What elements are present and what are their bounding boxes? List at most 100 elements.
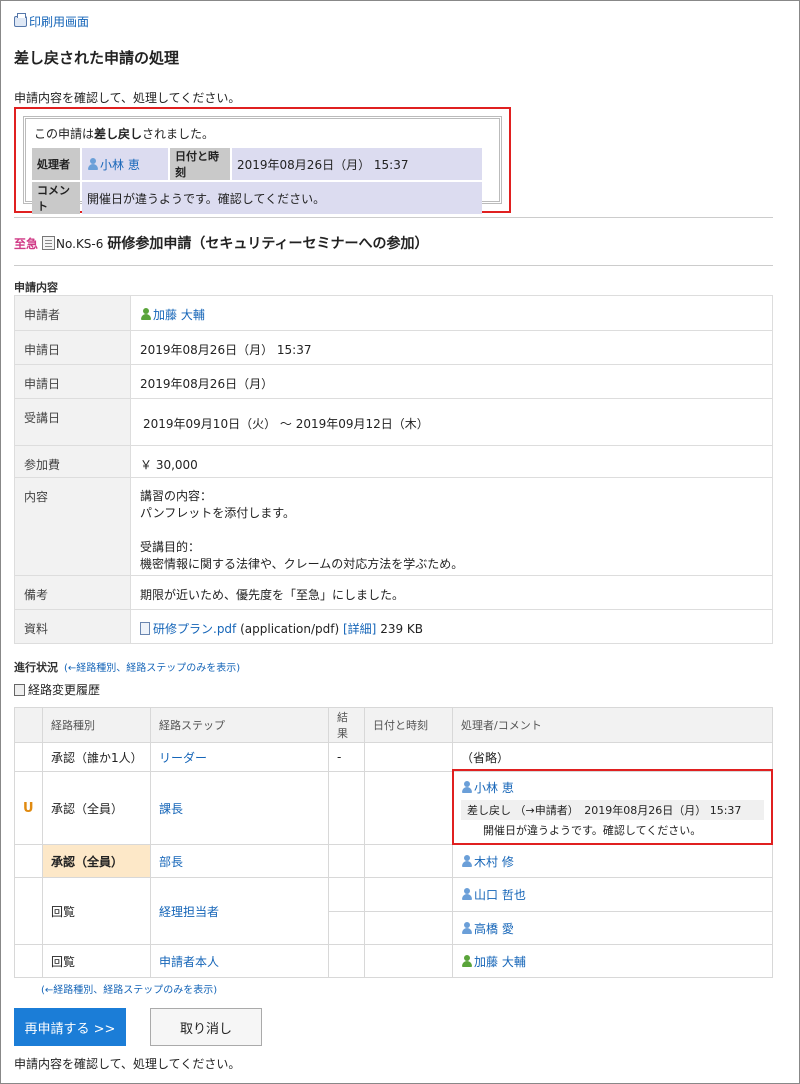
- route-header-handler: 処理者/コメント: [452, 707, 773, 743]
- detail-row: 参加費 ￥ 30,000: [14, 445, 773, 478]
- route-step-link[interactable]: 経理担当者: [159, 905, 219, 919]
- course-value: 2019年09月10日（火） ～ 2019年09月12日（木）: [130, 398, 773, 446]
- content-line: パンフレットを添付します。: [140, 506, 296, 520]
- notice-table: 処理者 小林 恵 日付と時刻 2019年08月26日（月） 15:37 コメント…: [30, 146, 484, 216]
- route-type: 承認（誰か1人）: [42, 742, 151, 772]
- route-handler-user: 小林 恵: [461, 779, 764, 796]
- route-type: 回覧: [42, 877, 151, 945]
- user-icon: [87, 157, 98, 170]
- comment-value: 開催日が違うようです。確認してください。: [82, 182, 482, 214]
- route-type: 承認（全員）: [42, 771, 151, 845]
- content-value: 講習の内容： パンフレットを添付します。 受講目的： 機密情報に関する法律や、ク…: [130, 477, 773, 576]
- route-handler-link[interactable]: 山口 哲也: [474, 888, 526, 902]
- file-detail-link[interactable]: [詳細]: [343, 622, 376, 636]
- applied-date-value: 2019年08月26日（月）: [130, 364, 773, 399]
- files-value: 研修プラン.pdf (application/pdf) [詳細] 239 KB: [130, 609, 773, 644]
- cancel-button[interactable]: 取り消し: [150, 1008, 262, 1046]
- fee-label: 参加費: [14, 445, 131, 478]
- notes-value: 期限が近いため、優先度を「至急」にしました。: [130, 575, 773, 610]
- request-title: 至急 No.KS-6 研修参加申請（セキュリティーセミナーへの参加）: [14, 233, 429, 253]
- route-step: 申請者本人: [150, 944, 329, 978]
- route-row: 承認（全員） 部長 木村 修: [14, 844, 773, 878]
- datetime-value: 2019年08月26日（月） 15:37: [232, 148, 482, 180]
- user-icon: [140, 308, 151, 320]
- file-icon: [140, 622, 150, 635]
- user-icon: [461, 921, 472, 934]
- detail-row: 申請日 2019年08月26日（月） 15:37: [14, 330, 773, 365]
- route-step-link[interactable]: 課長: [159, 802, 183, 816]
- route-result: -: [328, 742, 365, 772]
- route-only-link-bottom[interactable]: (←経路種別、経路ステップのみを表示): [41, 981, 217, 996]
- urgency-badge: 至急: [14, 237, 39, 251]
- detail-row: 資料 研修プラン.pdf (application/pdf) [詳細] 239 …: [14, 609, 773, 644]
- content-line: 受講目的：: [140, 540, 201, 554]
- print-link[interactable]: 印刷用画面: [14, 13, 89, 30]
- applied-date-label: 申請日: [14, 364, 131, 399]
- request-details-table: 申請者 加藤 大輔 申請日 2019年08月26日（月） 15:37 申請日 2…: [14, 295, 773, 644]
- request-name: 研修参加申請（セキュリティーセミナーへの参加）: [107, 236, 429, 252]
- route-header-step: 経路ステップ: [150, 707, 329, 743]
- route-handler: 高橋 愛: [452, 911, 773, 945]
- route-only-link[interactable]: (←経路種別、経路ステップのみを表示): [64, 663, 240, 674]
- route-step-link[interactable]: 申請者本人: [159, 955, 219, 969]
- handler-cell: 小林 恵: [82, 148, 168, 180]
- route-step: 経理担当者: [150, 877, 329, 945]
- detail-row: 申請日 2019年08月26日（月）: [14, 364, 773, 399]
- route-comment: 開催日が違うようです。確認してください。: [483, 823, 702, 837]
- progress-title: 進行状況: [14, 661, 58, 674]
- route-header-row: 経路種別 経路ステップ 結果 日付と時刻 処理者/コメント: [14, 707, 773, 743]
- progress-label: 進行状況 (←経路種別、経路ステップのみを表示): [14, 659, 240, 675]
- route-header-result: 結果: [328, 707, 365, 743]
- handler-link[interactable]: 小林 恵: [100, 158, 140, 172]
- intro-text: 申請内容を確認して、処理してください。: [14, 91, 241, 105]
- route-row: 回覧 申請者本人 加藤 大輔: [14, 944, 773, 978]
- route-step-link[interactable]: リーダー: [159, 751, 207, 765]
- history-icon: [14, 684, 25, 696]
- return-marker-icon: U: [23, 800, 34, 816]
- detail-row: 受講日 2019年09月10日（火） ～ 2019年09月12日（木）: [14, 398, 773, 446]
- detail-row: 申請者 加藤 大輔: [14, 295, 773, 331]
- route-handler-link[interactable]: 高橋 愛: [474, 922, 514, 936]
- applied-datetime-value: 2019年08月26日（月） 15:37: [130, 330, 773, 365]
- content-line: 講習の内容：: [140, 489, 213, 503]
- route-handler: 加藤 大輔: [452, 944, 773, 978]
- memo-icon: [42, 236, 56, 250]
- notice-msg-bold: 差し戻し: [94, 127, 143, 141]
- print-link-label[interactable]: 印刷用画面: [29, 15, 89, 29]
- user-icon: [461, 854, 472, 867]
- files-label: 資料: [14, 609, 131, 644]
- route-step-link[interactable]: 部長: [159, 855, 183, 869]
- route-handler: （省略）: [452, 742, 773, 772]
- detail-row: 備考 期限が近いため、優先度を「至急」にしました。: [14, 575, 773, 610]
- notice-highlight: この申請は差し戻しされました。 処理者 小林 恵 日付と時刻 2019年08月2…: [14, 107, 511, 216]
- footer-text: 申請内容を確認して、処理してください。: [14, 1057, 241, 1071]
- applicant-value: 加藤 大輔: [130, 295, 773, 331]
- resubmit-button[interactable]: 再申請する >>: [14, 1008, 126, 1046]
- route-handler: 木村 修: [452, 844, 773, 878]
- fee-value: ￥ 30,000: [130, 445, 773, 478]
- route-type: 回覧: [42, 944, 151, 978]
- route-row: U 承認（全員） 課長 小林 恵 差し戻し （→申請者） 2019年08月26日…: [14, 771, 773, 845]
- user-icon: [461, 780, 472, 793]
- route-header-datetime: 日付と時刻: [364, 707, 453, 743]
- route-handler-link[interactable]: 加藤 大輔: [474, 955, 526, 969]
- comment-label: コメント: [32, 182, 80, 214]
- route-handler-link[interactable]: 木村 修: [474, 855, 514, 869]
- file-link[interactable]: 研修プラン.pdf: [153, 622, 236, 636]
- route-handler-link[interactable]: 小林 恵: [474, 781, 514, 795]
- route-action: 差し戻し （→申請者） 2019年08月26日（月） 15:37: [461, 799, 764, 820]
- notice-message: この申請は差し戻しされました。: [34, 125, 493, 142]
- route-history-label[interactable]: 経路変更履歴: [28, 683, 100, 697]
- user-icon: [461, 888, 472, 900]
- route-marker: U: [14, 771, 43, 845]
- route-step: リーダー: [150, 742, 329, 772]
- route-step: 課長: [150, 771, 329, 845]
- route-history-link[interactable]: 経路変更履歴: [14, 681, 100, 698]
- request-number: No.KS-6: [56, 237, 104, 251]
- route-header-marker: [14, 707, 43, 743]
- applicant-link[interactable]: 加藤 大輔: [153, 308, 205, 322]
- divider: [14, 265, 773, 266]
- file-size: 239 KB: [380, 622, 424, 636]
- route-step: 部長: [150, 844, 329, 878]
- file-type: (application/pdf): [240, 622, 340, 636]
